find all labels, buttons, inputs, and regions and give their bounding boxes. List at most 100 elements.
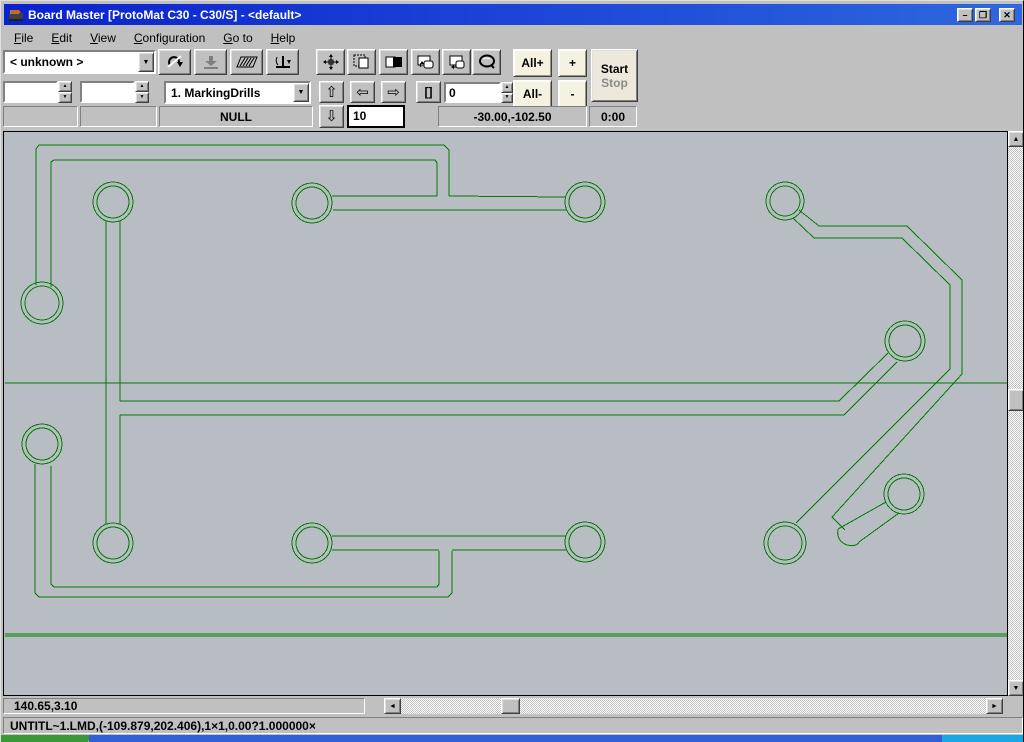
- scroll-up-icon[interactable]: ▲: [1008, 131, 1024, 147]
- chevron-down-icon[interactable]: ▼: [293, 83, 309, 102]
- jog-right-button[interactable]: ⇨: [381, 81, 406, 103]
- taskbar-middle[interactable]: [89, 735, 942, 742]
- system-tray[interactable]: [942, 735, 1024, 742]
- send-back-icon: [417, 54, 435, 70]
- pcb-trace: [120, 353, 888, 401]
- status-bar-text: UNTITL~1.LMD,(-109.879,202.406),1×1,0.00…: [10, 719, 316, 733]
- hscroll-track[interactable]: [401, 698, 986, 714]
- jog-left-button[interactable]: ⇦: [350, 81, 375, 103]
- pcb-pad: [296, 187, 328, 219]
- copy-selection-icon: [353, 54, 371, 70]
- jog-up-button[interactable]: ⇧: [319, 81, 344, 103]
- minus-button[interactable]: -: [558, 80, 587, 108]
- send-front-button[interactable]: [442, 49, 471, 75]
- index-field[interactable]: 0: [444, 82, 501, 103]
- zoom-button[interactable]: [472, 49, 501, 75]
- hscroll-thumb[interactable]: [501, 698, 520, 714]
- chevron-down-icon[interactable]: ▼: [138, 52, 154, 72]
- brackets-button[interactable]: []: [416, 81, 441, 103]
- spin-down-icon[interactable]: ▼: [135, 92, 149, 103]
- close-button[interactable]: ✕: [999, 8, 1015, 22]
- tool-down-icon: [203, 55, 219, 69]
- mirror-button[interactable]: [379, 49, 408, 75]
- menu-item-edit[interactable]: Edit: [47, 30, 76, 46]
- start-button[interactable]: [1, 735, 89, 742]
- pcb-pad: [770, 186, 800, 216]
- start-stop-button[interactable]: Start Stop: [591, 49, 638, 102]
- rotate-button[interactable]: [158, 49, 191, 75]
- pcb-pad: [21, 282, 63, 324]
- y-value-field[interactable]: [80, 81, 135, 103]
- pcb-trace: [51, 466, 439, 587]
- phase-combo[interactable]: 1. MarkingDrills ▼: [164, 81, 311, 104]
- spin-up-icon[interactable]: ▲: [501, 82, 513, 93]
- rotate-icon: [165, 54, 185, 70]
- menu-item-go-to[interactable]: Go to: [219, 30, 256, 46]
- milling-hatch-icon: [236, 55, 258, 69]
- pcb-pad: [768, 526, 802, 560]
- vscroll-track[interactable]: [1008, 147, 1024, 680]
- pcb-pad: [93, 523, 133, 563]
- move-cross-icon: [323, 54, 339, 70]
- app-window: Board Master [ProtoMat C30 - C30/S] - <d…: [0, 0, 1024, 742]
- menu-item-file[interactable]: File: [10, 30, 37, 46]
- vscroll-thumb[interactable]: [1008, 389, 1024, 411]
- spin-up-icon[interactable]: ▲: [135, 81, 149, 92]
- title-bar: Board Master [ProtoMat C30 - C30/S] - <d…: [4, 4, 1022, 25]
- pcb-pad: [565, 182, 605, 222]
- spin-down-icon[interactable]: ▼: [58, 92, 72, 103]
- spin-up-icon[interactable]: ▲: [58, 81, 72, 92]
- scroll-left-icon[interactable]: ◄: [384, 698, 401, 714]
- y-spinner[interactable]: ▲ ▼: [135, 81, 149, 103]
- time-panel: 0:00: [589, 106, 637, 127]
- menu-item-help[interactable]: Help: [267, 30, 300, 46]
- pcb-pad: [884, 474, 924, 514]
- start-label: Start: [601, 62, 628, 76]
- phase-combo-value: 1. MarkingDrills: [166, 86, 293, 100]
- spin-down-icon[interactable]: ▼: [501, 93, 513, 104]
- minimize-button[interactable]: –: [957, 8, 973, 22]
- tool-down-button[interactable]: [194, 49, 227, 75]
- pcb-trace: [449, 196, 566, 197]
- position-panel: -30.00,-102.50: [438, 106, 587, 127]
- all-minus-button[interactable]: All-: [513, 80, 552, 108]
- pcb-trace: [51, 160, 437, 287]
- pcb-pad: [565, 522, 605, 562]
- pcb-pad: [764, 522, 806, 564]
- restore-button[interactable]: ❐: [975, 8, 991, 22]
- vertical-scrollbar[interactable]: ▲ ▼: [1008, 131, 1024, 696]
- copy-selection-button[interactable]: [347, 49, 376, 75]
- x-value-field[interactable]: [3, 81, 58, 103]
- pcb-pad: [26, 428, 58, 460]
- pcb-pad: [292, 183, 332, 223]
- tool-selector-value: < unknown >: [5, 55, 138, 69]
- zoom-icon: [478, 54, 496, 70]
- pcb-canvas[interactable]: [3, 131, 1008, 696]
- tool-plunge-button[interactable]: [266, 49, 299, 75]
- window-title: Board Master [ProtoMat C30 - C30/S] - <d…: [28, 8, 301, 22]
- move-button[interactable]: [316, 49, 345, 75]
- tool-selector-combo[interactable]: < unknown > ▼: [3, 50, 156, 74]
- index-spinner[interactable]: ▲ ▼: [501, 82, 513, 103]
- pcb-pad: [569, 186, 601, 218]
- scroll-down-icon[interactable]: ▼: [1008, 680, 1024, 696]
- menu-bar: File Edit View Configuration Go to Help: [4, 28, 1022, 47]
- app-icon: [8, 7, 24, 23]
- menu-item-view[interactable]: View: [86, 30, 120, 46]
- pcb-pad: [889, 325, 921, 357]
- pcb-pad: [888, 478, 920, 510]
- pcb-pad: [885, 321, 925, 361]
- jog-down-button[interactable]: ⇩: [319, 105, 344, 128]
- all-plus-button[interactable]: All+: [513, 49, 552, 77]
- x-spinner[interactable]: ▲ ▼: [58, 81, 72, 103]
- scroll-right-icon[interactable]: ►: [986, 698, 1003, 714]
- pcb-pad: [292, 523, 332, 563]
- send-back-button[interactable]: [411, 49, 440, 75]
- pcb-pad: [97, 527, 129, 559]
- overlap-rects-icon: [385, 55, 403, 69]
- plus-button[interactable]: +: [558, 49, 587, 77]
- milling-area-button[interactable]: [230, 49, 263, 75]
- menu-item-configuration[interactable]: Configuration: [130, 30, 209, 46]
- step-field[interactable]: 10: [347, 105, 405, 128]
- pcb-pad: [22, 424, 62, 464]
